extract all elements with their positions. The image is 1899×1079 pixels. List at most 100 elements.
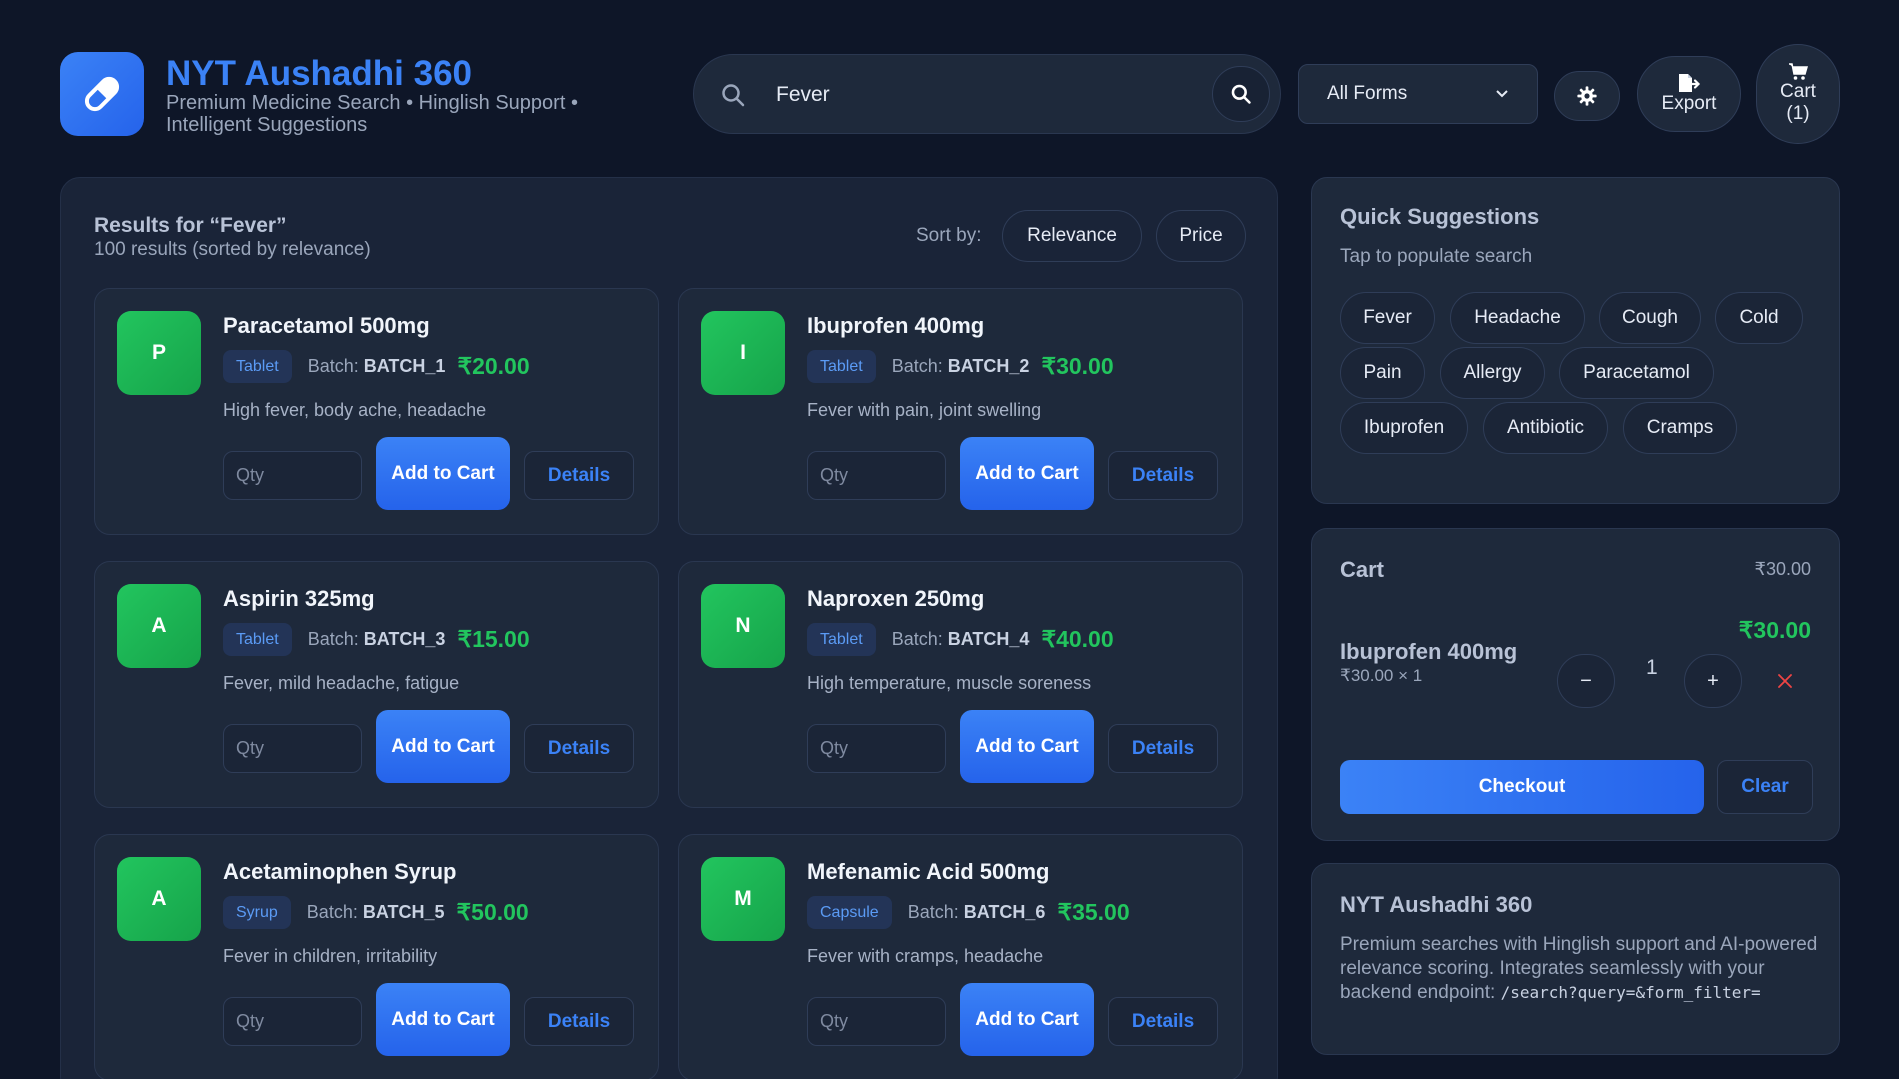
file-export-icon	[1679, 74, 1701, 92]
batch-info: Batch: BATCH_1	[308, 356, 446, 377]
suggestion-chip[interactable]: Cough	[1599, 292, 1701, 344]
add-to-cart-button[interactable]: Add to Cart	[376, 710, 510, 783]
form-badge: Syrup	[223, 895, 291, 929]
medicine-description: Fever with pain, joint swelling	[807, 400, 1042, 420]
search-button[interactable]	[1212, 66, 1270, 122]
batch-label: Batch:	[307, 628, 359, 649]
qty-input[interactable]	[807, 724, 946, 773]
medicine-name: Paracetamol 500mg	[223, 313, 430, 338]
add-to-cart-button[interactable]: Add to Cart	[960, 710, 1094, 783]
cart-label: Cart	[1780, 81, 1816, 102]
gear-icon	[1577, 86, 1597, 106]
theme-button[interactable]	[1554, 71, 1620, 121]
form-badge: Capsule	[807, 895, 892, 929]
increase-qty-button[interactable]: +	[1684, 654, 1742, 708]
qty-input[interactable]	[223, 997, 362, 1046]
medicine-meta: Tablet Batch: BATCH_2 ₹30.00	[807, 349, 1114, 383]
suggestions-subtitle: Tap to populate search	[1340, 246, 1533, 267]
medicine-price: ₹35.00	[1057, 898, 1130, 925]
medicine-description: Fever with cramps, headache	[807, 946, 1044, 966]
batch-info: Batch: BATCH_2	[892, 356, 1030, 377]
cart-total: ₹30.00	[1754, 559, 1812, 579]
medicine-name: Aspirin 325mg	[223, 586, 375, 611]
cart-title: Cart	[1340, 557, 1385, 582]
qty-input[interactable]	[807, 997, 946, 1046]
suggestion-chip[interactable]: Ibuprofen	[1340, 402, 1468, 454]
qty-input[interactable]	[223, 724, 362, 773]
batch-info: Batch: BATCH_4	[892, 629, 1030, 650]
decrease-qty-button[interactable]: −	[1557, 654, 1615, 708]
export-button[interactable]: Export	[1637, 56, 1741, 132]
app-header: NYT Aushadhi 360 Premium Medicine Search…	[60, 44, 1840, 144]
medicine-card: I Ibuprofen 400mg Tablet Batch: BATCH_2 ₹30.…	[678, 288, 1243, 535]
results-count: 100 results (sorted by relevance)	[94, 239, 371, 260]
qty-input[interactable]	[223, 451, 362, 500]
medicine-avatar: A	[117, 857, 201, 941]
medicine-price: ₹50.00	[456, 898, 529, 925]
medicine-meta: Capsule Batch: BATCH_6 ₹35.00	[807, 895, 1130, 929]
sort-price-button[interactable]: Price	[1156, 210, 1246, 262]
batch-label: Batch:	[891, 355, 943, 376]
about-title: NYT Aushadhi 360	[1340, 892, 1533, 917]
qty-input[interactable]	[807, 451, 946, 500]
suggestion-chip[interactable]: Paracetamol	[1559, 347, 1714, 399]
add-to-cart-button[interactable]: Add to Cart	[960, 983, 1094, 1056]
suggestion-chip[interactable]: Cold	[1715, 292, 1803, 344]
medicine-meta: Syrup Batch: BATCH_5 ₹50.00	[223, 895, 529, 929]
batch-code: BATCH_3	[363, 628, 446, 649]
medicine-price: ₹40.00	[1041, 625, 1114, 652]
endpoint-code: /search?query=&form_filter=	[1500, 983, 1761, 1002]
medicine-price: ₹30.00	[1041, 352, 1114, 379]
batch-info: Batch: BATCH_6	[908, 902, 1046, 923]
details-button[interactable]: Details	[524, 724, 634, 773]
form-badge: Tablet	[223, 349, 292, 383]
medicine-avatar: N	[701, 584, 785, 668]
batch-label: Batch:	[907, 901, 959, 922]
suggestion-chip[interactable]: Headache	[1450, 292, 1585, 344]
checkout-button[interactable]: Checkout	[1340, 760, 1704, 814]
batch-code: BATCH_1	[363, 355, 446, 376]
export-label: Export	[1661, 93, 1717, 114]
add-to-cart-button[interactable]: Add to Cart	[376, 983, 510, 1056]
details-button[interactable]: Details	[1108, 451, 1218, 500]
batch-code: BATCH_2	[947, 355, 1030, 376]
form-filter-select[interactable]: All Forms	[1298, 64, 1538, 124]
results-title: Results for “Fever”	[94, 214, 287, 237]
suggestion-chip[interactable]: Allergy	[1440, 347, 1545, 399]
medicine-name: Acetaminophen Syrup	[223, 859, 457, 884]
suggestion-chip[interactable]: Cramps	[1623, 402, 1737, 454]
cart-item-unit-price: ₹30.00 × 1	[1340, 666, 1423, 685]
cart-panel: Cart ₹30.00 Ibuprofen 400mg ₹30.00 × 1 ₹…	[1311, 528, 1840, 841]
medicine-name: Naproxen 250mg	[807, 586, 985, 611]
clear-cart-button[interactable]: Clear	[1717, 760, 1813, 814]
suggestion-chip[interactable]: Pain	[1340, 347, 1425, 399]
app-subtitle: Premium Medicine Search • Hinglish Suppo…	[166, 92, 578, 136]
medicine-card: A Aspirin 325mg Tablet Batch: BATCH_3 ₹15.00…	[94, 561, 659, 808]
medicine-meta: Tablet Batch: BATCH_1 ₹20.00	[223, 349, 530, 383]
suggestion-chip[interactable]: Fever	[1340, 292, 1435, 344]
close-icon[interactable]	[1774, 670, 1796, 692]
medicine-description: Fever in children, irritability	[223, 946, 438, 966]
add-to-cart-button[interactable]: Add to Cart	[960, 437, 1094, 510]
cart-button[interactable]: Cart (1)	[1756, 44, 1840, 144]
about-text: Premium searches with Hinglish support a…	[1340, 933, 1820, 1005]
batch-code: BATCH_6	[963, 901, 1046, 922]
form-badge: Tablet	[807, 349, 876, 383]
details-button[interactable]: Details	[524, 451, 634, 500]
details-button[interactable]: Details	[1108, 724, 1218, 773]
search-icon	[1231, 84, 1251, 104]
medicine-card: N Naproxen 250mg Tablet Batch: BATCH_4 ₹40.0…	[678, 561, 1243, 808]
search-bar	[693, 54, 1281, 134]
search-input[interactable]	[776, 73, 1176, 117]
sort-relevance-button[interactable]: Relevance	[1002, 210, 1142, 262]
chevron-down-icon	[1496, 90, 1508, 98]
medicine-description: Fever, mild headache, fatigue	[223, 673, 460, 693]
add-to-cart-button[interactable]: Add to Cart	[376, 437, 510, 510]
suggestion-chip[interactable]: Antibiotic	[1483, 402, 1608, 454]
details-button[interactable]: Details	[524, 997, 634, 1046]
search-icon	[722, 84, 745, 107]
app-title: NYT Aushadhi 360	[166, 54, 472, 93]
details-button[interactable]: Details	[1108, 997, 1218, 1046]
cart-icon	[1789, 63, 1808, 80]
medicine-description: High fever, body ache, headache	[223, 400, 487, 420]
